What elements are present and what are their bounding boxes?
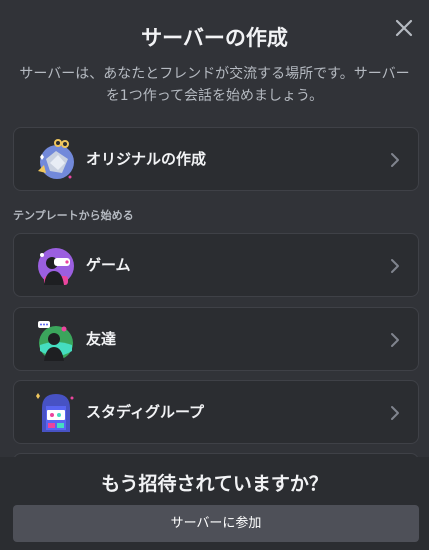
create-own-server-button[interactable]: オリジナルの作成 — [13, 127, 419, 191]
template-section-label: テンプレートから始める — [13, 209, 134, 222]
template-study-group-button[interactable]: スタディグループ — [13, 380, 419, 444]
template-study-group-label: スタディグループ — [86, 403, 205, 421]
create-own-server-icon — [38, 139, 74, 179]
modal-title: サーバーの作成 — [141, 26, 288, 50]
gaming-icon — [38, 248, 74, 285]
template-gaming-label: ゲーム — [86, 256, 131, 274]
chevron-right-icon — [391, 153, 399, 167]
join-server-button[interactable]: サーバーに参加 — [13, 505, 419, 542]
chevron-right-icon — [391, 333, 399, 347]
chevron-right-icon — [391, 406, 399, 420]
create-own-label: オリジナルの作成 — [86, 150, 207, 168]
friends-icon — [38, 321, 73, 361]
study-group-icon — [36, 393, 74, 432]
template-friends-button[interactable]: 友達 — [13, 307, 419, 371]
template-friends-label: 友達 — [86, 330, 117, 348]
modal-subtitle: サーバーは、あなたとフレンドが交流する場所です。サーバーを1つ作って会話を始めま… — [19, 66, 410, 104]
chevron-right-icon — [391, 259, 399, 273]
template-gaming-button[interactable]: ゲーム — [13, 233, 419, 297]
modal-footer: もう招待されていますか？ サーバーに参加 — [0, 457, 429, 550]
footer-title: もう招待されていますか？ — [101, 473, 328, 495]
